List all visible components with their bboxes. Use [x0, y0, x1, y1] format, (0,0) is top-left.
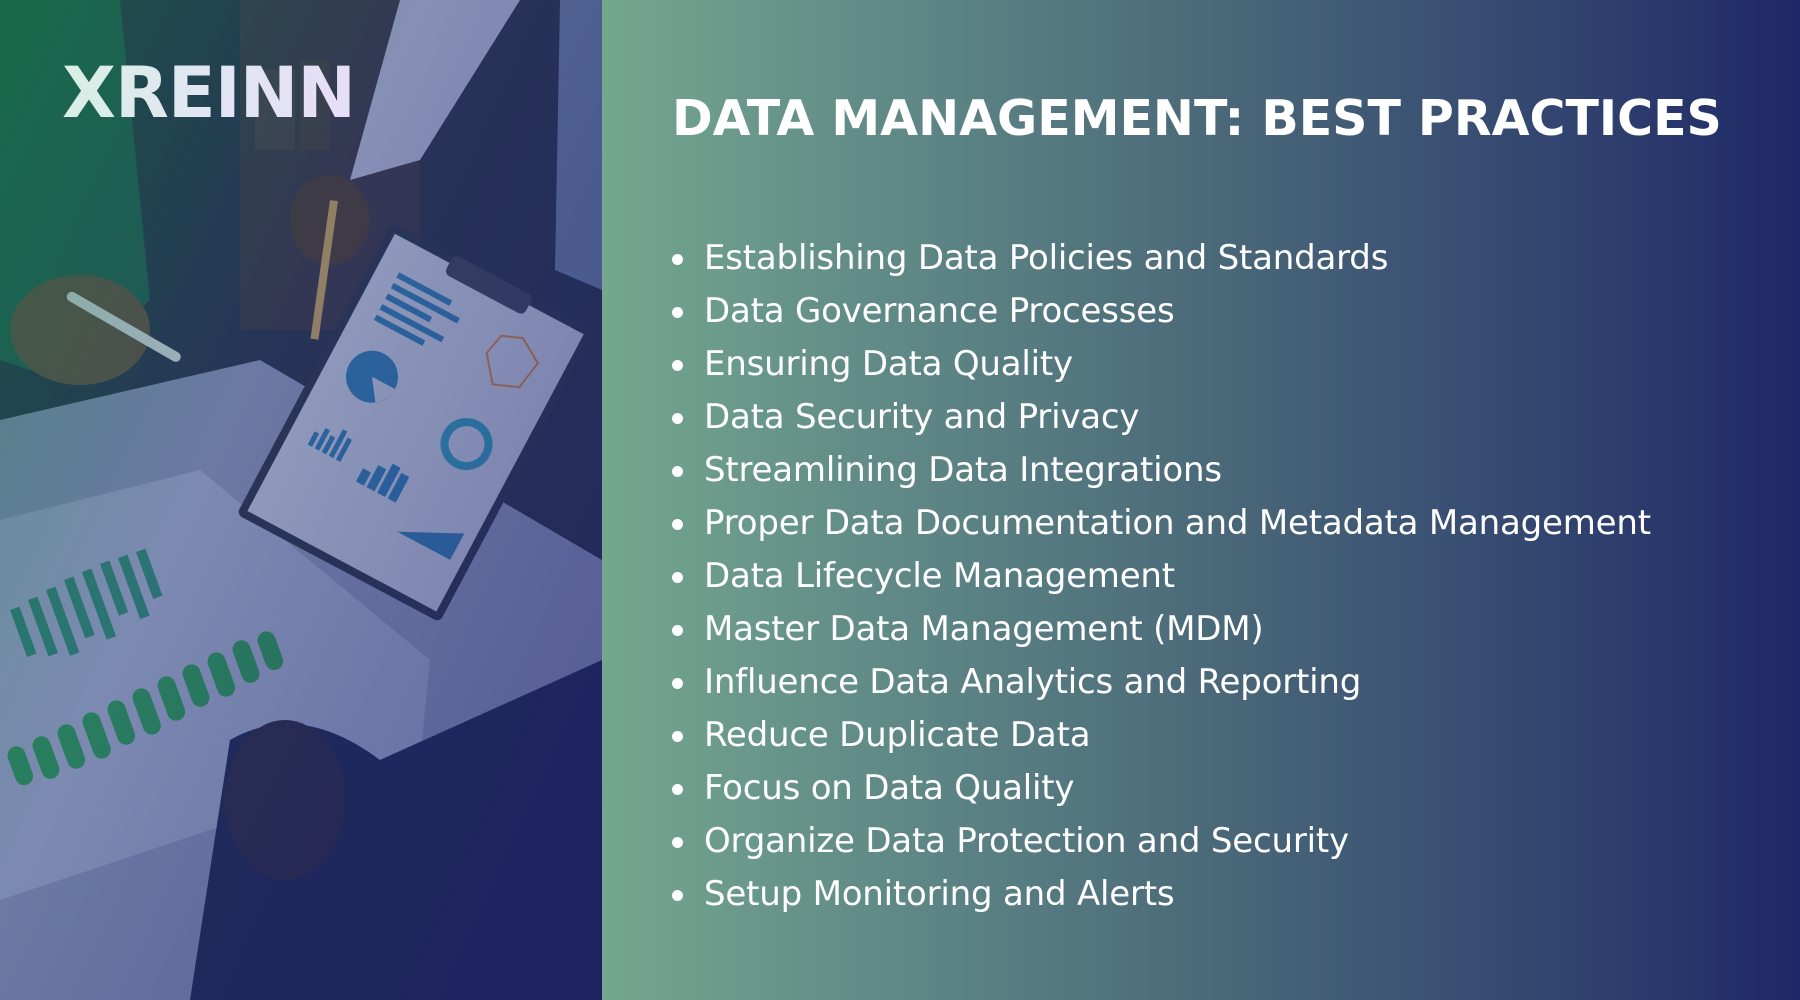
list-item-label: Master Data Management (MDM): [704, 609, 1264, 649]
list-item-label: Focus on Data Quality: [704, 768, 1075, 808]
bullet-icon: [672, 837, 683, 848]
business-meeting-illustration: [0, 0, 602, 1000]
list-item-label: Data Security and Privacy: [704, 397, 1140, 437]
list-item: Master Data Management (MDM): [672, 603, 1651, 656]
list-item-label: Establishing Data Policies and Standards: [704, 238, 1389, 278]
list-item-label: Reduce Duplicate Data: [704, 715, 1091, 755]
list-item-label: Data Lifecycle Management: [704, 556, 1175, 596]
bullet-icon: [672, 890, 683, 901]
tie-stripes: [555, 0, 602, 290]
bullet-icon: [672, 519, 683, 530]
bullet-icon: [672, 731, 683, 742]
list-item-label: Setup Monitoring and Alerts: [704, 874, 1175, 914]
bullet-icon: [672, 360, 683, 371]
list-item-label: Influence Data Analytics and Reporting: [704, 662, 1362, 702]
list-item: Data Governance Processes: [672, 285, 1651, 338]
list-item: Establishing Data Policies and Standards: [672, 232, 1651, 285]
hero-photo: XREINN: [0, 0, 602, 1000]
list-item-label: Streamlining Data Integrations: [704, 450, 1222, 490]
list-item: Focus on Data Quality: [672, 762, 1651, 815]
list-item: Reduce Duplicate Data: [672, 709, 1651, 762]
bullet-icon: [672, 678, 683, 689]
list-item-label: Ensuring Data Quality: [704, 344, 1073, 384]
list-item-label: Proper Data Documentation and Metadata M…: [704, 503, 1651, 543]
list-item: Streamlining Data Integrations: [672, 444, 1651, 497]
slide-title: DATA MANAGEMENT: BEST PRACTICES: [672, 90, 1722, 147]
list-item-label: Organize Data Protection and Security: [704, 821, 1349, 861]
bullet-icon: [672, 466, 683, 477]
bullet-icon: [672, 784, 683, 795]
bullet-icon: [672, 307, 683, 318]
content-panel: DATA MANAGEMENT: BEST PRACTICES Establis…: [602, 0, 1800, 1000]
list-item: Setup Monitoring and Alerts: [672, 868, 1651, 921]
list-item-label: Data Governance Processes: [704, 291, 1175, 331]
list-item: Data Security and Privacy: [672, 391, 1651, 444]
list-item: Organize Data Protection and Security: [672, 815, 1651, 868]
bullet-icon: [672, 254, 683, 265]
list-item: Proper Data Documentation and Metadata M…: [672, 497, 1651, 550]
bullet-icon: [672, 572, 683, 583]
bullet-icon: [672, 413, 683, 424]
list-item: Influence Data Analytics and Reporting: [672, 656, 1651, 709]
best-practices-list: Establishing Data Policies and Standards…: [672, 232, 1651, 921]
bullet-icon: [672, 625, 683, 636]
list-item: Ensuring Data Quality: [672, 338, 1651, 391]
brand-logo: XREINN: [62, 52, 356, 134]
list-item: Data Lifecycle Management: [672, 550, 1651, 603]
